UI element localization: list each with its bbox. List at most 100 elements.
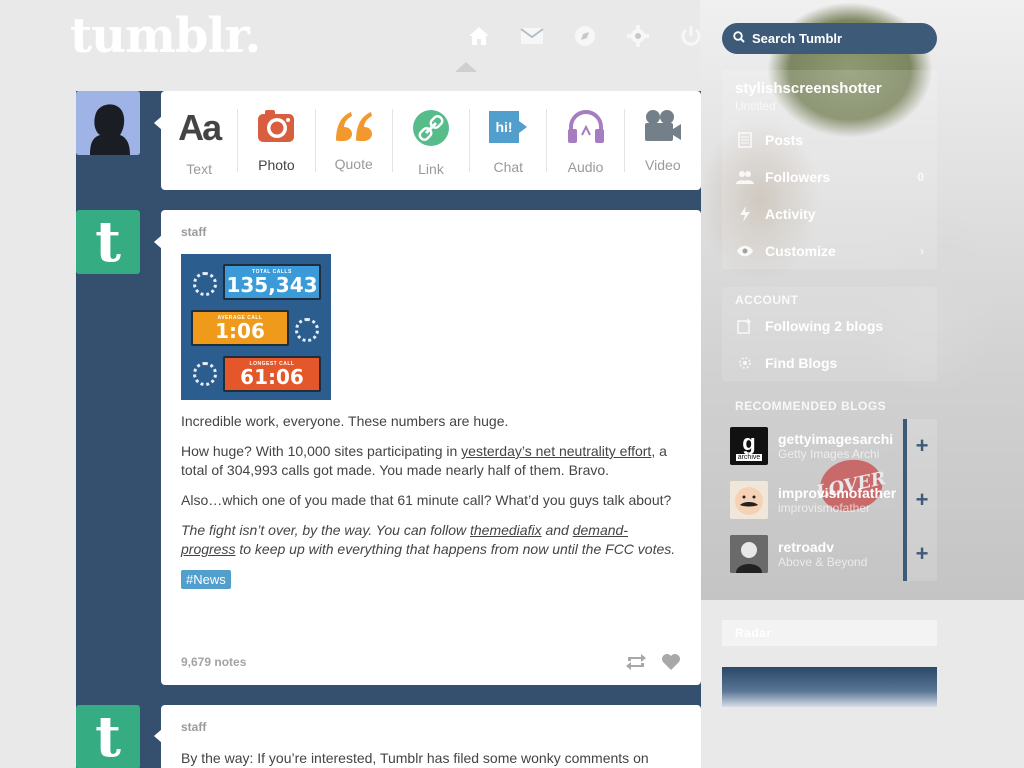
video-camera-icon bbox=[643, 109, 683, 143]
sidebar-item-posts[interactable]: Posts bbox=[722, 121, 937, 158]
recommended-blog[interactable]: retroadv Above & Beyond + bbox=[722, 527, 937, 581]
sidebar-item-label: Find Blogs bbox=[765, 354, 838, 371]
post-type-chat[interactable]: hi! Chat bbox=[470, 109, 548, 175]
svg-text:hi!: hi! bbox=[496, 119, 513, 135]
posts-icon bbox=[735, 131, 755, 148]
gear-icon[interactable] bbox=[611, 22, 664, 50]
follow-plus-icon[interactable]: + bbox=[903, 419, 937, 473]
followers-icon bbox=[735, 170, 755, 184]
post-paragraph: The fight isn’t over, by the way. You ca… bbox=[181, 521, 681, 559]
post-card: staff By the way: If you’re interested, … bbox=[161, 705, 701, 768]
longest-call-box: LONGEST CALL 61:06 bbox=[223, 356, 321, 392]
eye-icon bbox=[735, 245, 755, 257]
post-type-audio[interactable]: Audio bbox=[547, 109, 625, 175]
nav-active-caret bbox=[455, 62, 477, 72]
sidebar-item-label: Activity bbox=[765, 205, 816, 222]
activity-icon bbox=[735, 205, 755, 222]
home-icon[interactable] bbox=[452, 22, 505, 50]
account-title: Account bbox=[735, 293, 799, 307]
rec-avatar-sub: archive bbox=[735, 453, 763, 461]
tumblr-logo[interactable]: tumblr. bbox=[70, 8, 261, 64]
recommended-blog[interactable]: improvismofather improvismofather + bbox=[722, 473, 937, 527]
post-author[interactable]: staff bbox=[181, 720, 681, 734]
average-call-value: 1:06 bbox=[215, 319, 265, 343]
post-type-audio-label: Audio bbox=[567, 159, 604, 175]
following-icon bbox=[735, 318, 755, 334]
rec-avatar-letter: g bbox=[742, 429, 756, 455]
power-icon[interactable] bbox=[664, 22, 717, 50]
post-tag[interactable]: #News bbox=[181, 570, 231, 589]
post-text: and bbox=[541, 522, 573, 538]
rec-avatar bbox=[730, 535, 768, 573]
staff-avatar[interactable]: t bbox=[76, 210, 140, 274]
camera-icon bbox=[257, 109, 295, 143]
calls-infographic[interactable]: TOTAL CALLS 135,343 AVERAGE CALL 1:06 LO… bbox=[181, 254, 331, 400]
spinner-icon bbox=[193, 362, 217, 386]
follow-plus-icon[interactable]: + bbox=[903, 527, 937, 581]
headphones-icon bbox=[566, 109, 606, 145]
chevron-right-icon: › bbox=[920, 243, 924, 258]
reblog-icon[interactable] bbox=[625, 653, 647, 671]
sidebar-item-following[interactable]: Following 2 blogs bbox=[722, 307, 937, 344]
total-calls-value: 135,343 bbox=[226, 273, 318, 297]
post-type-chat-label: Chat bbox=[493, 159, 524, 175]
blog-name[interactable]: stylishscreenshotter bbox=[722, 70, 937, 97]
sidebar-item-followers[interactable]: Followers 0 bbox=[722, 158, 937, 195]
rec-subtitle: improvismofather bbox=[778, 501, 871, 515]
sidebar-item-customize[interactable]: Customize › bbox=[722, 232, 937, 269]
top-nav bbox=[452, 22, 717, 50]
post-type-text-label: Text bbox=[186, 161, 212, 177]
post-text: How huge? With 10,000 sites participatin… bbox=[181, 443, 462, 459]
post-type-photo[interactable]: Photo bbox=[238, 109, 316, 173]
net-neutrality-link[interactable]: yesterday’s net neutrality effort bbox=[461, 443, 651, 459]
post-type-text[interactable]: Aa Text bbox=[161, 107, 239, 177]
post-paragraph: Incredible work, everyone. These numbers… bbox=[181, 413, 509, 429]
rec-text: gettyimagesarchi Getty Images Archi bbox=[778, 431, 903, 461]
mail-icon[interactable] bbox=[505, 22, 558, 50]
sidebar: stylishscreenshotter Untitled Posts Foll… bbox=[722, 70, 937, 581]
spinner-icon bbox=[193, 272, 217, 296]
post-paragraph: How huge? With 10,000 sites participatin… bbox=[181, 442, 681, 480]
find-blogs-icon bbox=[735, 355, 755, 371]
follow-plus-icon[interactable]: + bbox=[903, 473, 937, 527]
recommended-title: Recommended Blogs bbox=[735, 399, 887, 413]
chat-bubble-icon: hi! bbox=[488, 109, 528, 145]
rec-text: retroadv Above & Beyond bbox=[778, 539, 903, 569]
user-avatar[interactable] bbox=[76, 91, 140, 155]
search-icon bbox=[733, 30, 745, 48]
notes-count[interactable]: 9,679 notes bbox=[181, 655, 611, 669]
spinner-icon bbox=[295, 318, 319, 342]
themediafix-link[interactable]: themediafix bbox=[470, 522, 542, 538]
sidebar-item-activity[interactable]: Activity bbox=[722, 195, 937, 232]
post-type-video[interactable]: Video bbox=[625, 109, 701, 173]
recommended-blog[interactable]: g archive gettyimagesarchi Getty Images … bbox=[722, 419, 937, 473]
radar-title: Radar bbox=[722, 620, 937, 646]
rec-subtitle: Above & Beyond bbox=[778, 555, 868, 569]
post-type-quote[interactable]: Quote bbox=[316, 109, 393, 172]
search-box[interactable] bbox=[722, 23, 937, 54]
sidebar-item-find-blogs[interactable]: Find Blogs bbox=[722, 344, 937, 381]
sidebar-item-label: Posts bbox=[765, 131, 804, 148]
sidebar-item-count: 0 bbox=[917, 169, 924, 184]
quote-icon bbox=[333, 109, 375, 142]
sidebar-item-label: Customize bbox=[765, 242, 836, 259]
search-input[interactable] bbox=[752, 31, 922, 46]
post-author[interactable]: staff bbox=[181, 225, 681, 239]
rec-text: improvismofather improvismofather bbox=[778, 485, 903, 515]
heart-icon[interactable] bbox=[661, 653, 681, 671]
compass-icon[interactable] bbox=[558, 22, 611, 50]
rec-subtitle: Getty Images Archi bbox=[778, 447, 880, 461]
staff-avatar[interactable]: t bbox=[76, 705, 140, 768]
sidebar-item-label: Following 2 blogs bbox=[765, 317, 884, 334]
account-group: Account Following 2 blogs Find Blogs bbox=[722, 287, 937, 381]
post-type-quote-label: Quote bbox=[334, 156, 373, 172]
rec-avatar bbox=[730, 481, 768, 519]
radar-post-preview[interactable] bbox=[722, 667, 937, 707]
post-type-link[interactable]: Link bbox=[393, 109, 471, 177]
average-call-box: AVERAGE CALL 1:06 bbox=[191, 310, 289, 346]
rec-name: gettyimagesarchi bbox=[778, 431, 894, 447]
recommended-group: Recommended Blogs g archive gettyimagesa… bbox=[722, 399, 937, 581]
post-paragraph: By the way: If you’re interested, Tumblr… bbox=[181, 750, 649, 766]
tumblr-t-icon: t bbox=[95, 705, 121, 768]
new-post-box: Aa Text Photo Quote Link hi! Chat Audio bbox=[161, 91, 701, 190]
